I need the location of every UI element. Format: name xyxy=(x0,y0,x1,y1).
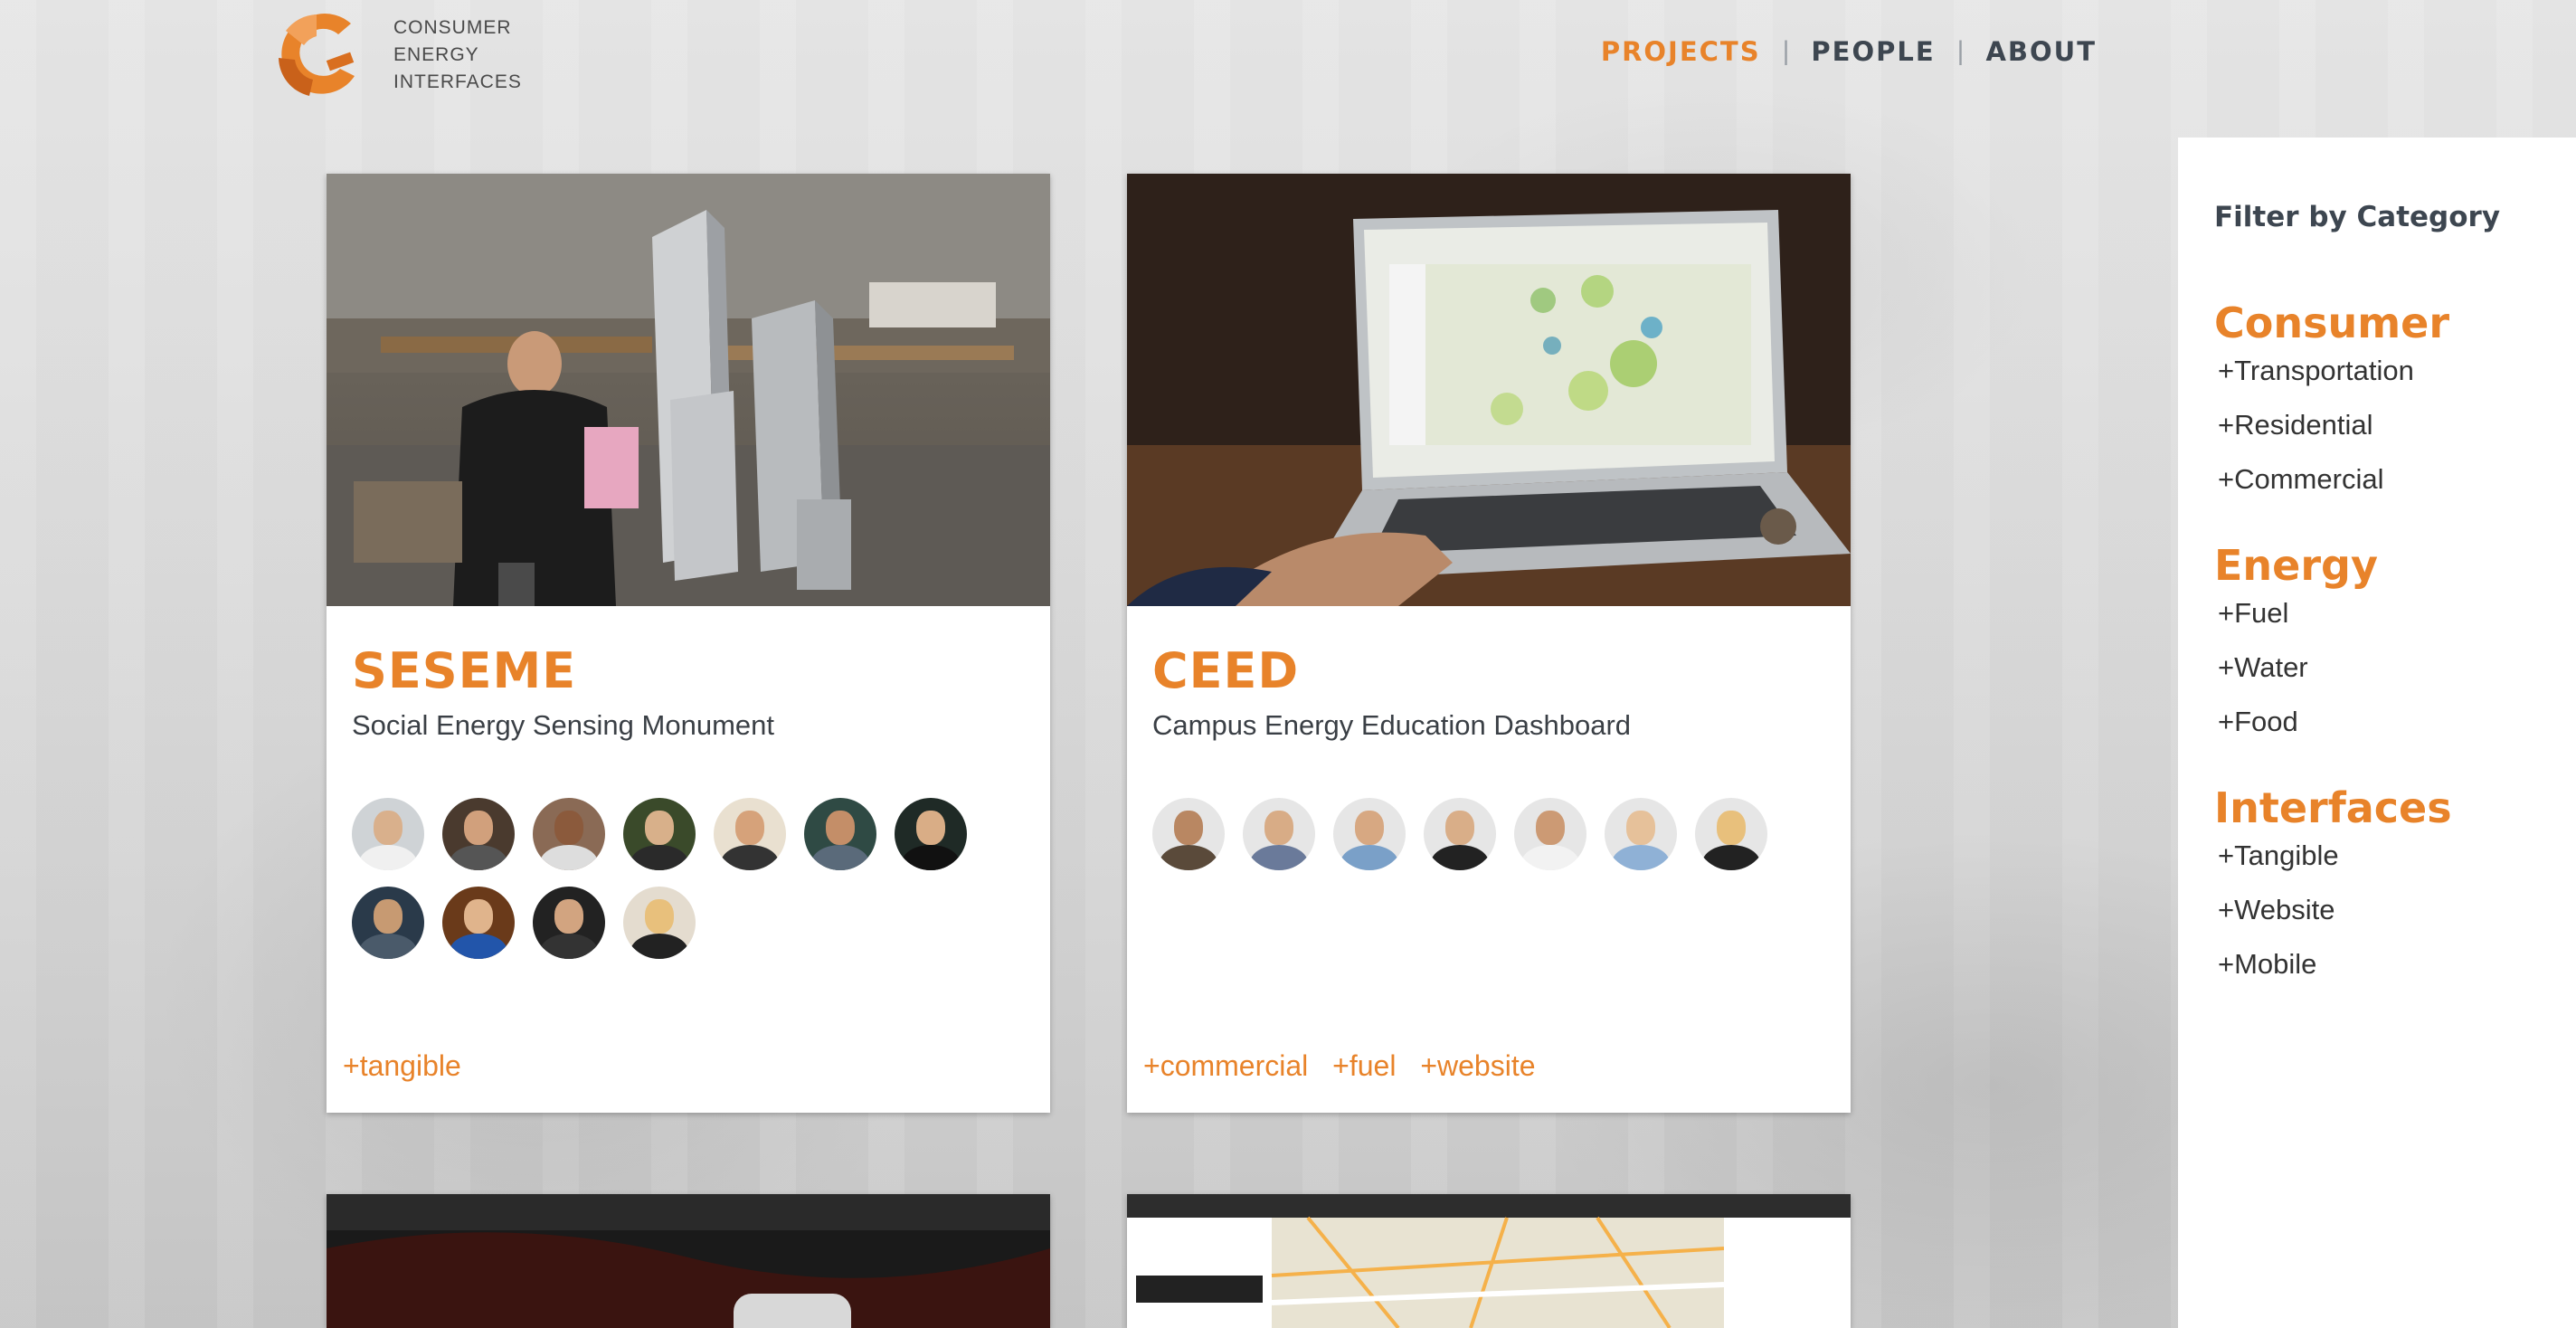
project-card-seseme[interactable]: SESEME Social Energy Sensing Monument +t… xyxy=(327,174,1050,1113)
project-subtitle: Social Energy Sensing Monument xyxy=(352,709,774,741)
filter-item[interactable]: +Commercial xyxy=(2218,465,2449,494)
project-subtitle: Campus Energy Education Dashboard xyxy=(1152,709,1632,741)
project-card-partial[interactable] xyxy=(327,1194,1050,1328)
filter-item[interactable]: +Residential xyxy=(2218,411,2449,440)
member-avatar[interactable] xyxy=(442,798,515,870)
member-avatar[interactable] xyxy=(1243,798,1315,870)
member-avatar[interactable] xyxy=(714,798,786,870)
workshop-photo-illustration xyxy=(327,174,1050,606)
member-avatar[interactable] xyxy=(442,887,515,959)
filter-item[interactable]: +Food xyxy=(2218,707,2378,736)
member-avatar[interactable] xyxy=(623,887,696,959)
project-photo[interactable] xyxy=(1127,174,1851,606)
nav-about[interactable]: ABOUT xyxy=(1985,36,2097,67)
filter-group-title[interactable]: Energy xyxy=(2214,541,2378,590)
member-avatar[interactable] xyxy=(533,887,605,959)
nav-projects[interactable]: PROJECTS xyxy=(1601,36,1761,67)
project-tags: +commercial +fuel +website xyxy=(1143,1049,1552,1083)
project-card-ceed[interactable]: CEED Campus Energy Education Dashboard +… xyxy=(1127,174,1851,1113)
member-avatar[interactable] xyxy=(623,798,696,870)
filter-group-consumer: Consumer +Transportation +Residential +C… xyxy=(2214,299,2449,519)
member-avatar[interactable] xyxy=(895,798,967,870)
laptop-photo-illustration xyxy=(1127,174,1851,606)
filter-group-interfaces: Interfaces +Tangible +Website +Mobile xyxy=(2214,783,2452,1004)
site-header: CONSUMER ENERGY INTERFACES PROJECTS | PE… xyxy=(0,0,2576,118)
filter-item[interactable]: +Mobile xyxy=(2218,950,2452,979)
member-avatar[interactable] xyxy=(1152,798,1225,870)
tag-link[interactable]: +website xyxy=(1420,1049,1535,1082)
member-avatar[interactable] xyxy=(1514,798,1586,870)
member-avatar[interactable] xyxy=(804,798,876,870)
member-avatar[interactable] xyxy=(533,798,605,870)
member-avatar[interactable] xyxy=(1695,798,1767,870)
tag-link[interactable]: +tangible xyxy=(343,1049,461,1082)
nav-people[interactable]: PEOPLE xyxy=(1811,36,1935,67)
filter-item[interactable]: +Fuel xyxy=(2218,599,2378,628)
cei-logo-icon[interactable] xyxy=(273,9,360,103)
project-photo[interactable] xyxy=(327,174,1050,606)
project-tags: +tangible xyxy=(343,1049,478,1083)
project-card-partial[interactable] xyxy=(1127,1194,1851,1328)
member-avatar[interactable] xyxy=(1424,798,1496,870)
logo-line: CONSUMER xyxy=(393,17,512,38)
tag-link[interactable]: +fuel xyxy=(1332,1049,1396,1082)
filter-group-title[interactable]: Consumer xyxy=(2214,299,2449,347)
project-card-body: SESEME Social Energy Sensing Monument +t… xyxy=(327,606,1050,1113)
project-title[interactable]: SESEME xyxy=(352,642,576,699)
project-photo[interactable] xyxy=(1127,1194,1851,1328)
project-photo[interactable] xyxy=(327,1194,1050,1328)
member-avatar[interactable] xyxy=(1605,798,1677,870)
filter-group-title[interactable]: Interfaces xyxy=(2214,783,2452,832)
category-filter-panel: Filter by Category Consumer +Transportat… xyxy=(2178,138,2576,1328)
filter-item[interactable]: +Transportation xyxy=(2218,356,2449,385)
logo-line: ENERGY xyxy=(393,44,479,65)
project-title[interactable]: CEED xyxy=(1152,642,1299,699)
member-avatar[interactable] xyxy=(1333,798,1406,870)
project-card-body: CEED Campus Energy Education Dashboard +… xyxy=(1127,606,1851,1113)
project-members xyxy=(352,798,1003,975)
main-nav: PROJECTS | PEOPLE | ABOUT xyxy=(1601,36,2097,67)
filter-item[interactable]: +Website xyxy=(2218,896,2452,925)
logo-text[interactable]: CONSUMER ENERGY INTERFACES xyxy=(393,14,522,96)
tag-link[interactable]: +commercial xyxy=(1143,1049,1308,1082)
filter-item[interactable]: +Water xyxy=(2218,653,2378,682)
nav-separator: | xyxy=(1956,36,1965,66)
filter-item[interactable]: +Tangible xyxy=(2218,841,2452,870)
logo-line: INTERFACES xyxy=(393,71,522,92)
project-members xyxy=(1152,798,1804,887)
nav-separator: | xyxy=(1782,36,1790,66)
member-avatar[interactable] xyxy=(352,887,424,959)
member-avatar[interactable] xyxy=(352,798,424,870)
filter-group-energy: Energy +Fuel +Water +Food xyxy=(2214,541,2378,762)
filter-title: Filter by Category xyxy=(2214,201,2501,233)
